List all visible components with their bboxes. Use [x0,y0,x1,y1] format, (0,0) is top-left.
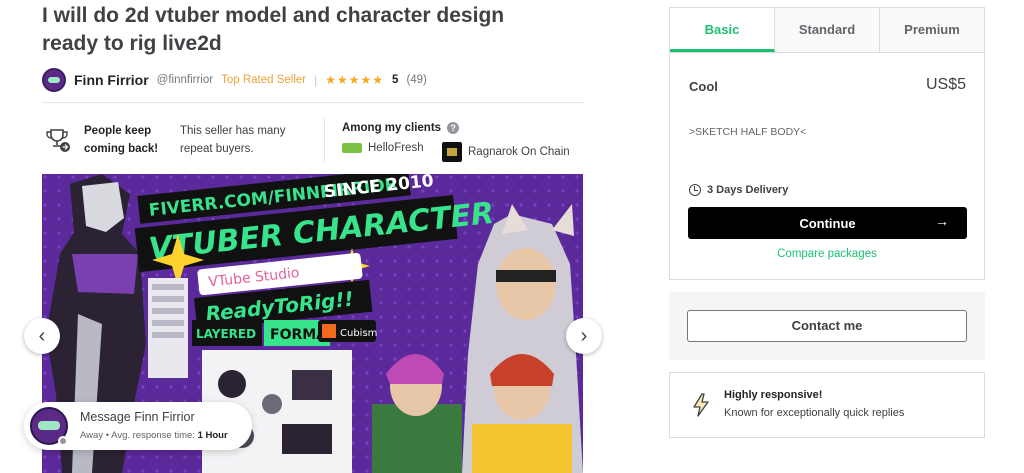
package-price: US$5 [925,76,966,93]
repeat-buyers-text: This seller has many repeat buyers. [180,125,286,155]
gig-page: I will do 2d vtuber model and character … [0,0,1024,473]
responsive-title: Highly responsive! [724,389,823,401]
delivery-time: 3 Days Delivery [689,184,788,196]
message-seller-widget[interactable]: Message Finn Firrior Away • Avg. respons… [24,402,252,450]
clock-icon [689,184,701,196]
review-count[interactable]: (49) [406,74,426,86]
compare-packages-link[interactable]: Compare packages [670,248,984,260]
continue-label: Continue [799,215,856,231]
response-time-value: 1 Hour [197,430,228,441]
responsive-text: Known for exceptionally quick replies [724,407,905,419]
rating-score: 5 [392,74,399,86]
seller-name[interactable]: Finn Firrior [74,72,149,88]
client-hellofresh: HelloFresh [342,142,424,154]
top-rated-badge: Top Rated Seller [221,74,307,86]
clients-heading: Among my clients ? [342,122,460,134]
star-rating-icons: ★★★★★ [325,73,385,87]
dot-separator: • [105,430,110,441]
message-title: Message Finn Firrior [80,410,195,424]
divider [42,102,584,103]
clients-title: Among my clients [342,122,442,134]
banner-text-6: LAYERED [196,327,256,341]
seller-avatar[interactable] [42,68,66,92]
hellofresh-logo [342,143,362,153]
message-subtitle: Away • Avg. response time: 1 Hour [80,430,228,441]
delivery-label: 3 Days Delivery [707,184,789,196]
divider-vertical [324,118,325,162]
seller-highlights: People keep coming back! This seller has… [42,118,584,166]
gallery-next-button[interactable]: › [566,318,602,354]
package-name: Cool [689,79,718,94]
separator: | [314,73,318,87]
lightning-bolt-icon [693,393,709,417]
client-name: HelloFresh [368,142,424,154]
package-tabs: Basic Standard Premium [670,8,984,53]
arrow-right-icon: → [935,213,949,229]
tab-standard[interactable]: Standard [775,8,880,52]
package-card: Basic Standard Premium Cool US$5 >SKETCH… [669,7,985,280]
status-dot-icon [58,436,68,446]
seller-handle: @finnfirrior [156,74,214,86]
contact-me-button[interactable]: Contact me [687,310,967,342]
tab-basic[interactable]: Basic [670,8,775,52]
gig-title: I will do 2d vtuber model and character … [42,4,505,55]
repeat-buyers-heading: People keep coming back! [84,125,159,155]
contact-card: Contact me [669,292,985,360]
away-status: Away [80,430,104,441]
client-ragnarok: Ragnarok On Chain [442,142,570,162]
responsive-card: Highly responsive! Known for exceptional… [669,372,985,438]
trophy-icon [46,129,70,152]
help-icon[interactable]: ? [447,122,460,134]
seller-overview: Finn Firrior @finnfirrior Top Rated Sell… [42,66,427,94]
tab-premium[interactable]: Premium [880,8,984,52]
banner-text-8: Cubism [340,328,377,339]
response-time-label: Avg. response time: [111,430,195,441]
continue-button[interactable]: Continue → [688,207,967,239]
client-name: Ragnarok On Chain [468,146,570,158]
ragnarok-logo [442,142,462,162]
package-description: >SKETCH HALF BODY< [689,126,807,138]
gallery-prev-button[interactable]: ‹ [24,318,60,354]
